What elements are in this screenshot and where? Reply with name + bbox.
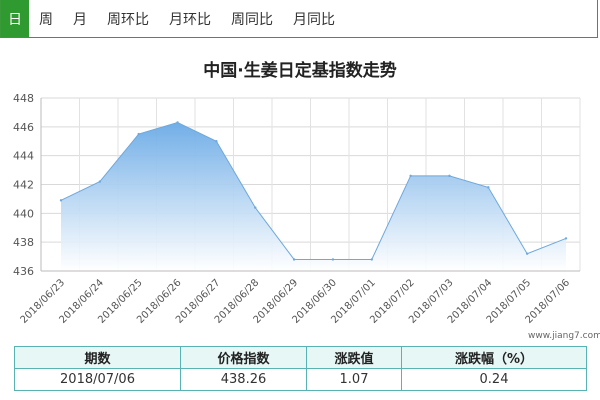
- data-point: [137, 132, 140, 136]
- data-point: [254, 206, 257, 209]
- tab-daily[interactable]: 日: [1, 0, 29, 37]
- header-change-percent: 涨跌幅（%）: [401, 346, 587, 369]
- tab-month-on-month[interactable]: 月环比: [159, 0, 221, 37]
- series-area: [61, 122, 566, 271]
- header-change-value: 涨跌值: [306, 346, 402, 369]
- data-point: [98, 180, 102, 183]
- cell-change-value: 1.07: [306, 368, 402, 391]
- data-point: [215, 140, 218, 143]
- tab-month-year-on-year[interactable]: 月同比: [283, 0, 345, 37]
- cell-change-percent: 0.24: [401, 368, 587, 391]
- data-point: [59, 199, 63, 202]
- data-point: [564, 237, 568, 240]
- tab-week-on-week[interactable]: 周环比: [97, 0, 159, 37]
- table-row: 2018/07/06 438.26 1.07 0.24: [14, 368, 587, 391]
- data-point: [409, 174, 412, 178]
- summary-table: 期数 价格指数 涨跌值 涨跌幅（%） 2018/07/06 438.26 1.0…: [14, 346, 587, 391]
- header-period: 期数: [14, 346, 181, 369]
- data-point: [487, 186, 490, 189]
- index-area-chart: 4364384404424444464482018/06/232018/06/2…: [13, 92, 581, 326]
- y-tick-label: 448: [13, 92, 34, 105]
- y-tick-label: 442: [13, 179, 34, 192]
- watermark: www.jiang7.com: [528, 331, 600, 341]
- y-tick-label: 436: [13, 265, 34, 278]
- data-point: [525, 252, 529, 255]
- data-point: [176, 121, 179, 124]
- y-tick-label: 446: [13, 121, 34, 134]
- y-tick-label: 438: [13, 236, 34, 249]
- y-tick-label: 440: [13, 207, 34, 220]
- y-tick-label: 444: [13, 150, 34, 163]
- data-point: [331, 258, 335, 261]
- cell-price-index: 438.26: [180, 368, 307, 391]
- data-point: [448, 174, 451, 178]
- chart-title: 中国·生姜日定基指数走势: [203, 61, 397, 81]
- cell-period: 2018/07/06: [14, 368, 181, 391]
- period-tab-bar: 日 周 月 周环比 月环比 周同比 月同比: [0, 0, 598, 38]
- tab-weekly[interactable]: 周: [29, 0, 63, 37]
- tab-monthly[interactable]: 月: [63, 0, 97, 37]
- header-price-index: 价格指数: [180, 346, 307, 369]
- tab-week-year-on-year[interactable]: 周同比: [221, 0, 283, 37]
- data-point: [292, 258, 296, 261]
- summary-header-row: 期数 价格指数 涨跌值 涨跌幅（%）: [14, 346, 587, 369]
- data-point: [370, 258, 373, 261]
